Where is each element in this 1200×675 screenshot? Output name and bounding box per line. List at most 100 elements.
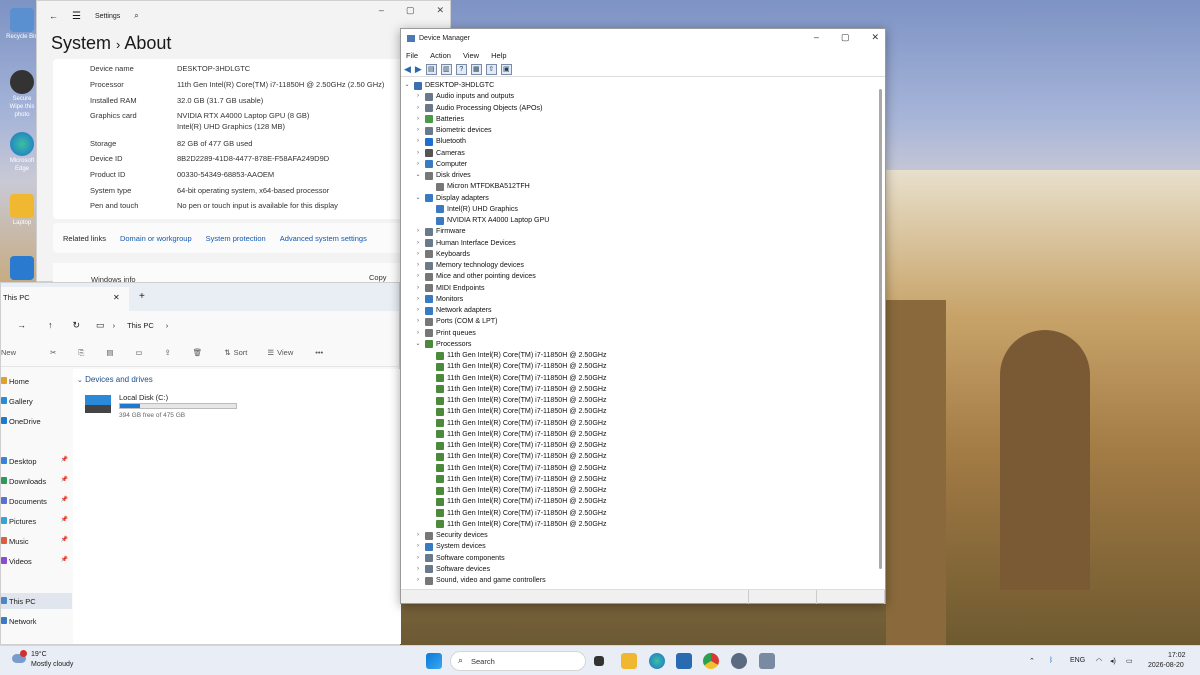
expand-chevron-icon[interactable]: › xyxy=(414,575,422,586)
collapse-chevron-icon[interactable]: ⌄ xyxy=(403,80,411,91)
tree-category[interactable]: › Cameras xyxy=(414,148,465,159)
nav-item-downloads[interactable]: Downloads 📌 xyxy=(1,473,72,489)
view-button[interactable]: View xyxy=(277,348,293,357)
nav-item-videos[interactable]: Videos 📌 xyxy=(1,553,72,569)
volume-icon[interactable]: ◂) xyxy=(1110,657,1116,665)
search-box[interactable]: ⌕ Search xyxy=(450,651,586,671)
edge-icon[interactable] xyxy=(649,653,665,669)
tree-device[interactable]: 11th Gen Intel(R) Core(TM) i7-11850H @ 2… xyxy=(425,485,607,496)
tree-root[interactable]: ⌄ DESKTOP-3HDLGTC xyxy=(403,80,494,91)
pin-icon[interactable]: 📌 xyxy=(61,516,68,523)
tree-category[interactable]: › Print queues xyxy=(414,328,476,339)
expand-chevron-icon[interactable]: › xyxy=(414,564,422,575)
link-domain-workgroup[interactable]: Domain or workgroup xyxy=(120,234,192,243)
rename-icon[interactable]: ▭ xyxy=(135,348,142,357)
pin-icon[interactable]: 📌 xyxy=(61,556,68,563)
copy-icon[interactable]: ⎘ xyxy=(78,348,84,358)
menu-action[interactable]: Action xyxy=(430,51,451,60)
tree-device[interactable]: 11th Gen Intel(R) Core(TM) i7-11850H @ 2… xyxy=(425,395,607,406)
desktop-icon-laptop[interactable]: Laptop xyxy=(5,194,39,227)
forward-arrow-icon[interactable]: → xyxy=(17,320,26,330)
tab-close-icon[interactable]: ✕ xyxy=(113,293,120,302)
tree-device[interactable]: Micron MTFDKBA512TFH xyxy=(425,181,530,192)
wifi-icon[interactable]: ◠ xyxy=(1096,657,1102,665)
update-driver-icon[interactable]: ⇧ xyxy=(485,63,497,75)
maximize-button[interactable]: ▢ xyxy=(841,32,850,43)
properties-icon[interactable]: ▥ xyxy=(440,63,452,75)
pin-icon[interactable]: 📌 xyxy=(61,496,68,503)
expand-chevron-icon[interactable]: › xyxy=(414,553,422,564)
tree-device[interactable]: 11th Gen Intel(R) Core(TM) i7-11850H @ 2… xyxy=(425,440,607,451)
tree-category[interactable]: ⌄ Disk drives xyxy=(414,170,471,181)
tree-category[interactable]: ⌄ Display adapters xyxy=(414,193,489,204)
tree-device[interactable]: 11th Gen Intel(R) Core(TM) i7-11850H @ 2… xyxy=(425,418,607,429)
expand-chevron-icon[interactable]: › xyxy=(414,316,422,327)
bluetooth-icon[interactable]: ᛒ xyxy=(1049,657,1053,664)
nav-item-gallery[interactable]: Gallery xyxy=(1,393,72,409)
start-icon[interactable] xyxy=(426,653,442,669)
pin-icon[interactable]: 📌 xyxy=(61,476,68,483)
task-view-icon[interactable] xyxy=(594,656,604,666)
tree-category[interactable]: › Biometric devices xyxy=(414,125,492,136)
expand-chevron-icon[interactable]: › xyxy=(414,271,422,282)
tree-device[interactable]: 11th Gen Intel(R) Core(TM) i7-11850H @ 2… xyxy=(425,463,607,474)
back-arrow-icon[interactable]: ← xyxy=(49,11,58,21)
tree-category[interactable]: › Firmware xyxy=(414,226,466,237)
file-explorer-icon[interactable] xyxy=(621,653,637,669)
breadcrumb-system[interactable]: System xyxy=(51,33,111,53)
nav-item-network[interactable]: Network xyxy=(1,613,72,629)
tree-category[interactable]: › Audio inputs and outputs xyxy=(414,91,514,102)
paste-icon[interactable]: ▤ xyxy=(106,348,113,357)
tree-category[interactable]: › Sound, video and game controllers xyxy=(414,575,546,586)
expand-chevron-icon[interactable]: › xyxy=(414,159,422,170)
nav-item-documents[interactable]: Documents 📌 xyxy=(1,493,72,509)
search-icon[interactable]: ⌕ xyxy=(134,11,138,21)
help-icon[interactable]: ? xyxy=(455,63,467,75)
tab-this-pc[interactable]: This PC xyxy=(1,287,129,311)
tree-device[interactable]: Intel(R) UHD Graphics xyxy=(425,204,518,215)
tree-category[interactable]: › MIDI Endpoints xyxy=(414,283,485,294)
driver-icon[interactable]: ▦ xyxy=(470,63,482,75)
tree-device[interactable]: 11th Gen Intel(R) Core(TM) i7-11850H @ 2… xyxy=(425,429,607,440)
clock-time[interactable]: 17:02 xyxy=(1168,652,1186,659)
close-button[interactable]: ✕ xyxy=(871,32,879,43)
vertical-scrollbar[interactable] xyxy=(879,89,882,569)
clock-date[interactable]: 2026-08-20 xyxy=(1148,662,1184,669)
windows-info-section[interactable]: Windows info Copy xyxy=(53,263,448,284)
tree-category[interactable]: ⌄ Processors xyxy=(414,339,471,350)
expand-chevron-icon[interactable]: › xyxy=(414,103,422,114)
tree-device[interactable]: 11th Gen Intel(R) Core(TM) i7-11850H @ 2… xyxy=(425,519,607,530)
desktop-icon-secure-wipe[interactable]: Secure Wipe this photo xyxy=(5,70,39,119)
tree-category[interactable]: › Bluetooth xyxy=(414,136,466,147)
expand-chevron-icon[interactable]: › xyxy=(414,238,422,249)
nav-item-home[interactable]: Home xyxy=(1,373,72,389)
collapse-chevron-icon[interactable]: ⌄ xyxy=(414,170,422,181)
expand-chevron-icon[interactable]: › xyxy=(414,541,422,552)
cut-icon[interactable]: ✂ xyxy=(50,348,56,357)
share-icon[interactable]: ⇪ xyxy=(165,348,171,357)
settings-icon[interactable] xyxy=(731,653,747,669)
tree-category[interactable]: › Software devices xyxy=(414,564,490,575)
expand-chevron-icon[interactable]: › xyxy=(414,305,422,316)
desktop-icon-recycle-bin[interactable]: Recycle Bin xyxy=(5,8,39,41)
device-manager-icon[interactable] xyxy=(759,653,775,669)
more-options-button[interactable]: ••• xyxy=(315,348,323,357)
tree-category[interactable]: › Security devices xyxy=(414,530,488,541)
scan-hardware-icon[interactable]: ▣ xyxy=(500,63,512,75)
tree-device[interactable]: 11th Gen Intel(R) Core(TM) i7-11850H @ 2… xyxy=(425,361,607,372)
tree-category[interactable]: › Memory technology devices xyxy=(414,260,524,271)
expand-chevron-icon[interactable]: › xyxy=(414,125,422,136)
expand-chevron-icon[interactable]: › xyxy=(414,260,422,271)
delete-icon[interactable]: 🗑 xyxy=(193,348,203,357)
expand-chevron-icon[interactable]: › xyxy=(414,114,422,125)
expand-chevron-icon[interactable]: › xyxy=(414,226,422,237)
forward-arrow-icon[interactable]: ▶ xyxy=(415,64,422,75)
tree-category[interactable]: › Computer xyxy=(414,159,467,170)
minimize-button[interactable]: – xyxy=(814,32,819,43)
tree-category[interactable]: › Batteries xyxy=(414,114,464,125)
tree-category[interactable]: › Keyboards xyxy=(414,249,470,260)
tree-device[interactable]: 11th Gen Intel(R) Core(TM) i7-11850H @ 2… xyxy=(425,508,607,519)
address-this-pc[interactable]: This PC xyxy=(127,321,154,330)
nav-item-pictures[interactable]: Pictures 📌 xyxy=(1,513,72,529)
chrome-icon[interactable] xyxy=(703,653,719,669)
